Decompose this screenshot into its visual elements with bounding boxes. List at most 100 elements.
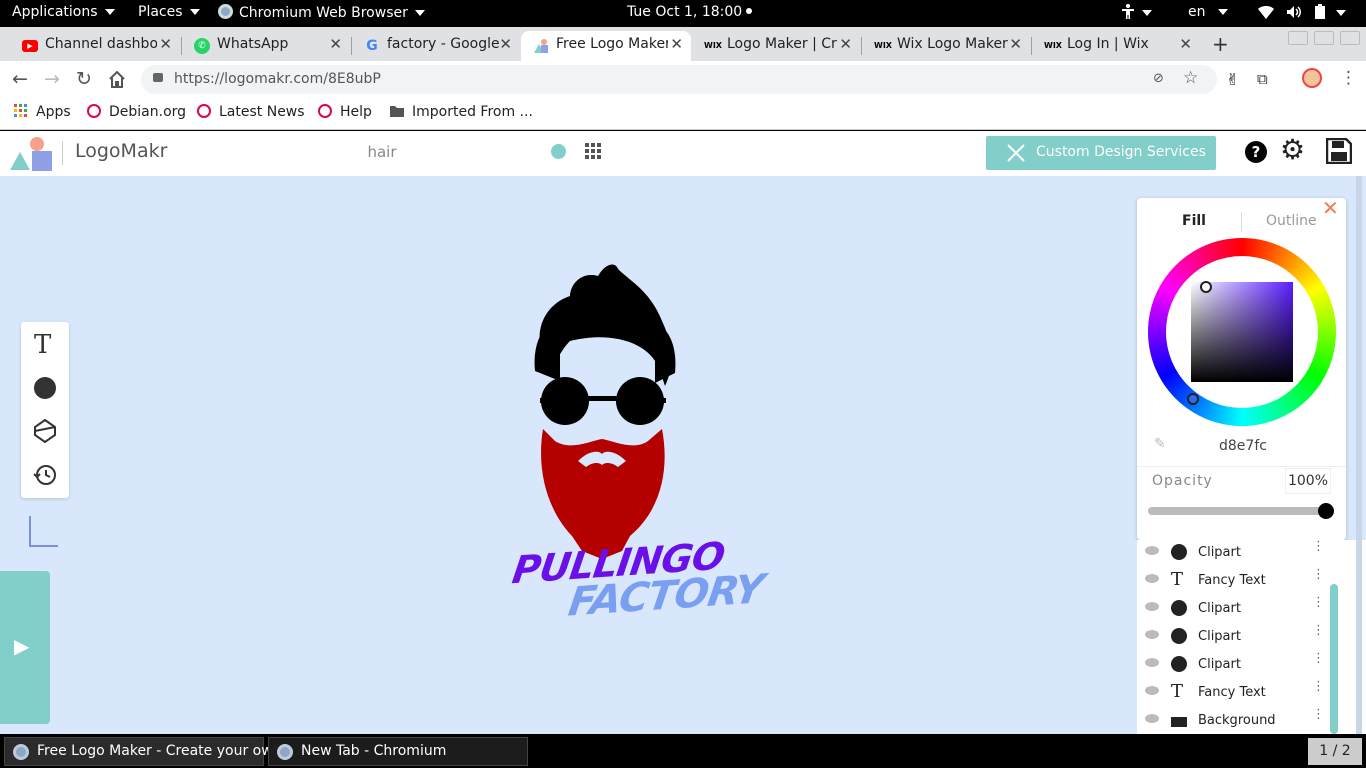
tab-log-in-wix[interactable]: WIX Log In | Wix ✕ bbox=[1032, 31, 1200, 61]
close-icon[interactable]: ✕ bbox=[1179, 35, 1192, 53]
shape-tool-icon[interactable] bbox=[34, 377, 56, 399]
layer-item[interactable]: Clipart ⋮ bbox=[1137, 624, 1337, 652]
settings-gear-icon[interactable]: ⚙ bbox=[1280, 135, 1305, 165]
clipart-search-input[interactable] bbox=[188, 136, 576, 168]
layer-item[interactable]: Background ⋮ bbox=[1137, 708, 1337, 734]
eye-icon[interactable] bbox=[1145, 658, 1159, 667]
app-logo-text[interactable]: LogoMakr bbox=[75, 140, 167, 162]
layer-menu-icon[interactable]: ⋮ bbox=[1312, 708, 1325, 721]
tab-title: WhatsApp bbox=[217, 36, 289, 52]
layer-menu-icon[interactable]: ⋮ bbox=[1312, 624, 1325, 637]
tab-whatsapp[interactable]: ✆ WhatsApp ✕ bbox=[182, 31, 350, 61]
address-bar[interactable]: https://logomakr.com/8E8ubP ⊘ ☆ bbox=[141, 65, 1217, 94]
logomakr-logo-icon[interactable] bbox=[10, 136, 54, 172]
bookmark-imported-folder[interactable]: Imported From ... bbox=[390, 104, 533, 120]
fill-tab[interactable]: Fill bbox=[1182, 213, 1206, 229]
kebab-menu-icon[interactable]: ⋮ bbox=[1340, 68, 1357, 88]
crop-corner-icon[interactable] bbox=[28, 516, 60, 548]
tab-wix-logo-maker[interactable]: WIX Wix Logo Maker ✕ bbox=[862, 31, 1030, 61]
accessibility-menu[interactable] bbox=[1121, 4, 1152, 21]
home-icon[interactable] bbox=[108, 71, 126, 88]
clock[interactable]: Tue Oct 1, 18:00 bbox=[627, 4, 753, 20]
layer-item[interactable]: T Fancy Text ⋮ bbox=[1137, 568, 1337, 596]
eye-icon[interactable] bbox=[1145, 574, 1159, 583]
places-menu[interactable]: Places bbox=[138, 4, 200, 20]
outline-tab[interactable]: Outline bbox=[1266, 213, 1317, 229]
clipart-tool-icon[interactable] bbox=[33, 419, 57, 443]
page-scrollbar[interactable] bbox=[1356, 176, 1362, 734]
browser-app-menu[interactable]: Chromium Web Browser bbox=[218, 4, 425, 21]
saturation-square[interactable] bbox=[1191, 282, 1293, 382]
layers-scrollbar[interactable] bbox=[1330, 584, 1338, 734]
applications-menu[interactable]: Applications bbox=[12, 4, 115, 20]
close-icon[interactable]: ✕ bbox=[159, 35, 172, 53]
opacity-slider-track[interactable] bbox=[1148, 507, 1330, 515]
layer-menu-icon[interactable]: ⋮ bbox=[1312, 568, 1325, 581]
accessibility-icon bbox=[1122, 4, 1134, 19]
layer-item[interactable]: Clipart ⋮ bbox=[1137, 596, 1337, 624]
new-tab-plus-icon[interactable]: + bbox=[1212, 32, 1229, 56]
layer-menu-icon[interactable]: ⋮ bbox=[1312, 680, 1325, 693]
back-arrow-icon[interactable]: ← bbox=[12, 68, 28, 90]
layer-item[interactable]: T Fancy Text ⋮ bbox=[1137, 680, 1337, 708]
saturation-handle[interactable] bbox=[1200, 281, 1212, 293]
eye-icon[interactable] bbox=[1145, 630, 1159, 639]
close-icon[interactable]: ✕ bbox=[499, 35, 512, 53]
eye-icon[interactable] bbox=[1145, 602, 1159, 611]
layer-item[interactable]: Clipart ⋮ bbox=[1137, 652, 1337, 680]
close-window-button[interactable] bbox=[1340, 31, 1360, 45]
bookmark-debian[interactable]: Debian.org bbox=[87, 104, 186, 120]
tab-factory-google[interactable]: G factory - Google ✕ bbox=[352, 31, 520, 61]
text-icon: T bbox=[1171, 569, 1184, 590]
eye-icon[interactable] bbox=[1145, 686, 1159, 695]
bookmark-apps[interactable]: Apps bbox=[14, 104, 71, 120]
logomakr-icon bbox=[534, 39, 548, 53]
translate-blocked-icon[interactable]: ⊘ bbox=[1153, 71, 1164, 86]
hue-handle[interactable] bbox=[1187, 393, 1199, 405]
bookmark-help[interactable]: Help bbox=[318, 104, 372, 120]
tab-free-logo-maker[interactable]: Free Logo Maker ✕ bbox=[521, 31, 691, 61]
forward-arrow-icon[interactable]: → bbox=[44, 68, 60, 90]
task-new-tab[interactable]: New Tab - Chromium bbox=[268, 737, 528, 766]
profile-avatar-icon[interactable] bbox=[1302, 68, 1322, 88]
opacity-value-input[interactable]: 100% bbox=[1285, 468, 1331, 494]
minimize-window-button[interactable] bbox=[1288, 31, 1308, 45]
close-icon[interactable]: ✕ bbox=[329, 35, 342, 53]
task-free-logo-maker[interactable]: Free Logo Maker - Create your ow... bbox=[4, 737, 285, 766]
layer-menu-icon[interactable]: ⋮ bbox=[1312, 652, 1325, 665]
history-icon[interactable] bbox=[33, 463, 57, 487]
maximize-window-button[interactable] bbox=[1314, 31, 1334, 45]
help-icon[interactable]: ? bbox=[1245, 141, 1267, 163]
tab-logo-maker-wix[interactable]: WIX Logo Maker | Cr ✕ bbox=[692, 31, 860, 61]
wix-icon: WIX bbox=[874, 41, 892, 50]
close-icon[interactable]: ✕ bbox=[1322, 196, 1339, 220]
layer-menu-icon[interactable]: ⋮ bbox=[1312, 596, 1325, 609]
text-tool-icon[interactable]: T bbox=[34, 330, 51, 360]
expand-panel-button[interactable]: ▶ bbox=[0, 571, 50, 724]
close-icon[interactable]: ✕ bbox=[1009, 35, 1022, 53]
layer-menu-icon[interactable]: ⋮ bbox=[1312, 540, 1325, 553]
bookmark-latest-news[interactable]: Latest News bbox=[197, 104, 305, 120]
eye-icon[interactable] bbox=[1145, 714, 1159, 723]
hex-color-value[interactable]: d8e7fc bbox=[1219, 438, 1267, 454]
language-menu[interactable]: en bbox=[1188, 4, 1228, 20]
extension-icon[interactable]: ✌ bbox=[1226, 70, 1239, 89]
layer-item[interactable]: Clipart ⋮ bbox=[1137, 540, 1337, 568]
design-canvas[interactable]: T ▶ PULLINGO FACTORY Fill Outline ✕ ✎ d8… bbox=[0, 176, 1366, 734]
screenshot-extension-icon[interactable]: ⧉ bbox=[1257, 70, 1268, 88]
reload-icon[interactable]: ↻ bbox=[76, 68, 92, 90]
close-icon[interactable]: ✕ bbox=[670, 35, 683, 53]
opacity-slider-handle[interactable] bbox=[1318, 503, 1334, 519]
save-icon[interactable] bbox=[1326, 138, 1352, 164]
grid-menu-icon[interactable] bbox=[585, 143, 602, 160]
system-status-menu[interactable] bbox=[1258, 4, 1347, 21]
custom-design-services-button[interactable]: Custom Design Services bbox=[986, 136, 1216, 170]
close-icon[interactable]: ✕ bbox=[839, 35, 852, 53]
tab-channel-dashboard[interactable]: ▶ Channel dashboard ✕ bbox=[10, 31, 180, 61]
star-bookmark-icon[interactable]: ☆ bbox=[1183, 68, 1198, 88]
eyedropper-icon[interactable]: ✎ bbox=[1154, 436, 1166, 452]
search-icon[interactable] bbox=[551, 144, 566, 159]
tab-title: Channel dashboard bbox=[45, 36, 157, 52]
eye-icon[interactable] bbox=[1145, 546, 1159, 555]
workspace-pager[interactable]: 1 / 2 bbox=[1308, 738, 1362, 765]
